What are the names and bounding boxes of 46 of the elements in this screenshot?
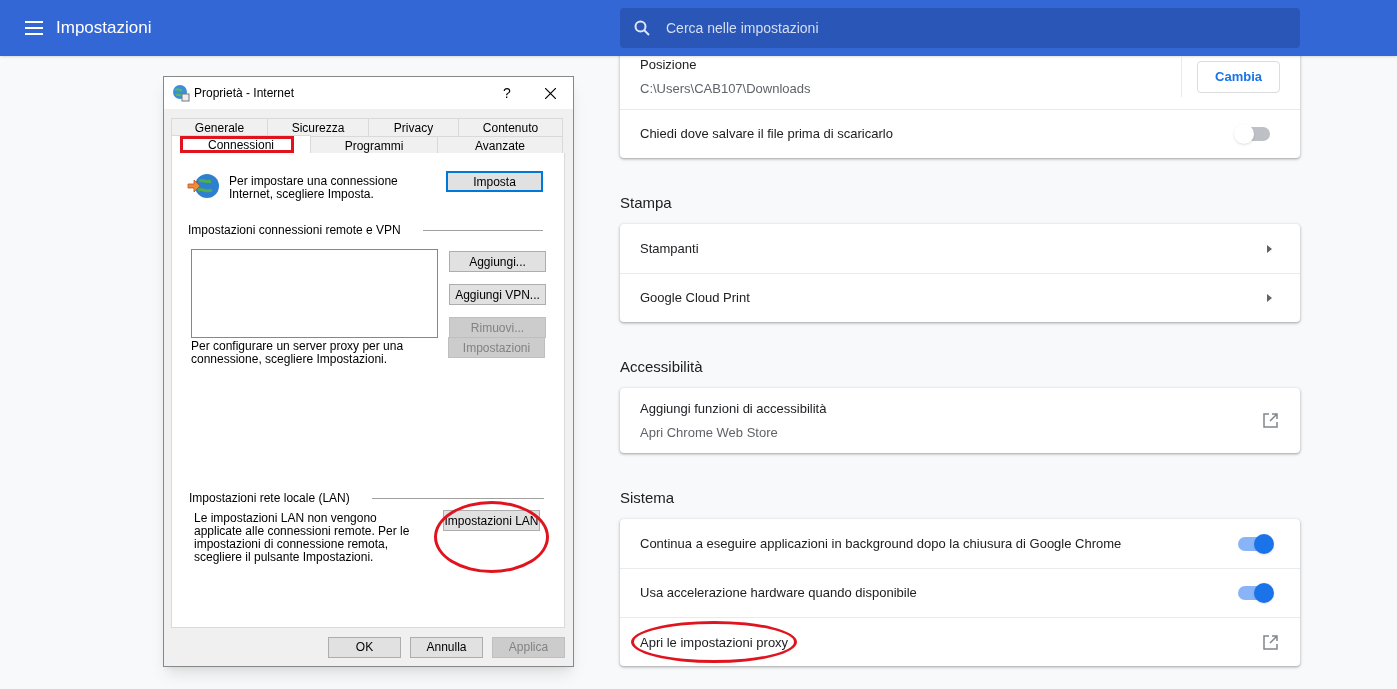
setting-label: Usa accelerazione hardware quando disponibile bbox=[640, 584, 918, 603]
setting-label: Google Cloud Print bbox=[640, 289, 751, 308]
section-heading: Sistema bbox=[620, 487, 676, 508]
setup-description: Per impostare una connessione Internet, scegliere Imposta. bbox=[229, 175, 399, 201]
change-button[interactable]: Cambia bbox=[1197, 60, 1280, 93]
menu-icon[interactable] bbox=[25, 21, 43, 35]
proxy-description: Per configurare un server proxy per una connessione, scegliere Impostazioni. bbox=[191, 340, 405, 366]
lan-description: Le impostazioni LAN non vengono applicate alle connessioni remote. Per le impostazioni di connessione remota, scegliere il pulsante Impostazioni. bbox=[194, 512, 411, 564]
setting-label: Aggiungi funzioni di accessibilità bbox=[640, 400, 828, 418]
setting-secondary-text: Apri Chrome Web Store bbox=[640, 423, 779, 442]
tab[interactable]: Avanzate bbox=[438, 136, 563, 154]
setting-label: Stampanti bbox=[640, 239, 700, 258]
search-icon bbox=[634, 20, 650, 36]
close-icon bbox=[544, 87, 556, 99]
tab[interactable]: Generale bbox=[171, 118, 268, 136]
setting-label: Apri le impostazioni proxy bbox=[640, 635, 789, 650]
setting-label: Posizione bbox=[640, 56, 698, 74]
group-label: Impostazioni connessioni remote e VPN bbox=[188, 222, 401, 239]
group-label: Impostazioni rete locale (LAN) bbox=[189, 490, 350, 507]
external-link-icon[interactable] bbox=[1263, 413, 1278, 428]
connections-list[interactable] bbox=[191, 249, 438, 338]
dialog-button[interactable]: Aggiungi VPN... bbox=[449, 284, 546, 305]
section-heading: Stampa bbox=[620, 192, 673, 213]
external-link-icon[interactable] bbox=[1263, 634, 1278, 650]
setting-label: Continua a eseguire applicazioni in background dopo la chiusura di Google Chrome bbox=[640, 534, 1123, 553]
tab[interactable]: Sicurezza bbox=[268, 118, 369, 136]
tab[interactable]: Connessioni bbox=[171, 135, 311, 153]
dialog-button[interactable]: OK bbox=[328, 636, 401, 658]
lan-settings-button[interactable]: Impostazioni LAN bbox=[443, 510, 540, 531]
tab[interactable]: Programmi bbox=[311, 136, 438, 154]
search-field[interactable]: Cerca nelle impostazioni bbox=[620, 8, 1300, 48]
tab[interactable]: Contenuto bbox=[459, 118, 563, 136]
dialog-button[interactable]: Aggiungi... bbox=[449, 251, 546, 272]
setup-button[interactable]: Imposta bbox=[446, 171, 543, 192]
arrow-right-icon[interactable] bbox=[1267, 294, 1272, 302]
arrow-right-icon[interactable] bbox=[1267, 244, 1272, 253]
setting-label: Chiedi dove salvare il file prima di scaricarlo bbox=[640, 125, 894, 144]
dialog-button[interactable]: Annulla bbox=[410, 636, 483, 658]
globe-arrow-icon bbox=[187, 173, 220, 200]
setting-secondary-text: C:\Users\CAB107\Downloads bbox=[640, 79, 812, 98]
page-title: Impostazioni bbox=[56, 17, 153, 40]
help-button[interactable]: ? bbox=[487, 79, 527, 107]
section-heading: Accessibilità bbox=[620, 356, 704, 377]
tab[interactable]: Privacy bbox=[369, 118, 459, 136]
dialog-title: Proprietà - Internet bbox=[194, 85, 296, 102]
globe-icon bbox=[172, 84, 190, 102]
